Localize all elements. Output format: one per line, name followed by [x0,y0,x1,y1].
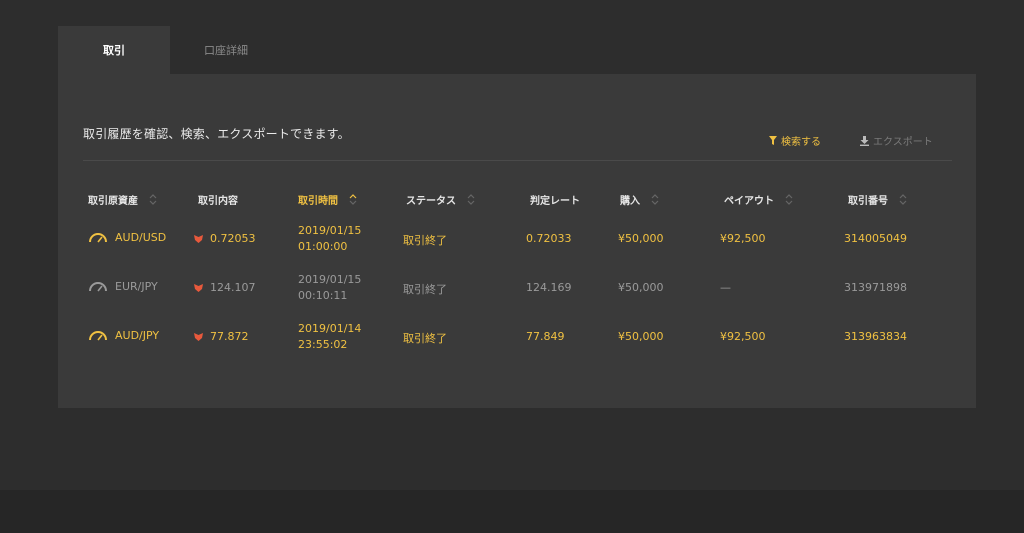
payout-cell: — [720,281,731,294]
column-header-status[interactable]: ステータス [406,192,477,207]
trade-date: 2019/01/15 [298,224,362,237]
content-cell: 124.107 [194,281,256,294]
column-header-asset[interactable]: 取引原資産 [88,192,159,207]
export-label: エクスポート [873,137,933,148]
column-header-content: 取引内容 [198,192,238,207]
asset-label: EUR/JPY [115,280,158,293]
column-header-rate: 判定レート [530,192,580,207]
page-description: 取引履歴を確認、検索、エクスポートできます。 [83,127,350,141]
tab-bar: 取引 口座詳細 [58,26,282,74]
down-icon [194,332,203,341]
trade-date: 2019/01/14 [298,322,362,335]
sort-icon [785,194,793,205]
asset-label: AUD/USD [115,231,167,244]
payout-cell: ¥92,500 [720,232,766,245]
column-header-label: 取引番号 [848,196,888,207]
footer-bar [0,490,1024,533]
download-icon [860,135,869,146]
purchase-cell: ¥50,000 [618,330,664,343]
down-icon [194,234,203,243]
column-header-label: 取引原資産 [88,196,138,207]
sort-icon [899,194,907,205]
sort-icon [467,194,475,205]
rate-cell: 77.849 [526,330,565,343]
content-cell: 0.72053 [194,232,256,245]
gauge-icon [89,282,107,292]
content-value: 77.872 [210,330,249,343]
tab-account-details[interactable]: 口座詳細 [170,26,282,74]
rate-cell: 124.169 [526,281,572,294]
status-cell: 取引終了 [403,283,447,296]
column-header-purchase[interactable]: 購入 [620,192,661,207]
purchase-cell: ¥50,000 [618,281,664,294]
asset-cell: EUR/JPY [88,280,158,293]
gauge-icon [89,331,107,341]
gauge-icon [89,233,107,243]
trade-date: 2019/01/15 [298,273,362,286]
search-button[interactable]: 検索する [769,133,821,148]
trade-number-cell: 313971898 [844,281,907,294]
trade-time: 01:00:00 [298,240,348,253]
column-header-label: 購入 [620,196,640,207]
trade-time: 23:55:02 [298,338,348,351]
payout-cell: ¥92,500 [720,330,766,343]
trade-number-cell: 314005049 [844,232,907,245]
status-cell: 取引終了 [403,234,447,247]
trade-history-panel: 取引履歴を確認、検索、エクスポートできます。 検索する エクスポート 取引原資産… [58,74,976,408]
column-header-label: 取引内容 [198,196,238,207]
divider [83,160,952,161]
asset-cell: AUD/USD [88,231,166,244]
column-header-label: 取引時間 [298,196,338,207]
rate-cell: 0.72033 [526,232,572,245]
column-header-label: ペイアウト [724,196,774,207]
sort-icon [651,194,659,205]
filter-icon [769,136,777,145]
trade-time: 00:10:11 [298,289,348,302]
column-header-payout[interactable]: ペイアウト [724,192,795,207]
time-cell: 2019/01/15 00:10:11 [298,272,361,304]
time-cell: 2019/01/14 23:55:02 [298,321,361,353]
column-header-label: ステータス [406,196,456,207]
status-cell: 取引終了 [403,332,447,345]
column-header-label: 判定レート [530,196,580,207]
content-value: 124.107 [210,281,256,294]
down-icon [194,283,203,292]
time-cell: 2019/01/15 01:00:00 [298,223,361,255]
sort-icon [349,194,357,205]
content-cell: 77.872 [194,330,249,343]
purchase-cell: ¥50,000 [618,232,664,245]
content-value: 0.72053 [210,232,256,245]
column-header-trade-number[interactable]: 取引番号 [848,192,909,207]
asset-label: AUD/JPY [115,329,160,342]
asset-cell: AUD/JPY [88,329,159,342]
search-label: 検索する [781,137,821,148]
column-header-time[interactable]: 取引時間 [298,192,359,207]
trade-number-cell: 313963834 [844,330,907,343]
sort-icon [149,194,157,205]
export-button[interactable]: エクスポート [860,133,933,148]
tab-trades[interactable]: 取引 [58,26,170,74]
